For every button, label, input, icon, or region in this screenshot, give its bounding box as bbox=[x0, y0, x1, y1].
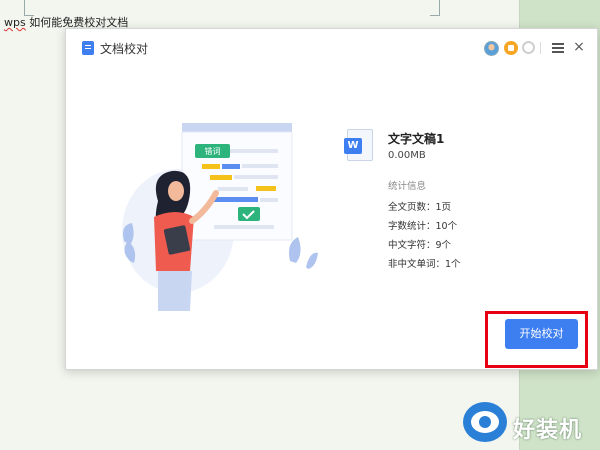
dialog-title: 文档校对 bbox=[100, 42, 149, 56]
highlight-blue bbox=[222, 164, 240, 169]
text-line bbox=[260, 198, 278, 202]
stat-word-count: 字数统计：10个 bbox=[388, 221, 458, 232]
stat-non-chinese-words: 非中文单词：1个 bbox=[388, 259, 461, 270]
watermark-logo-icon bbox=[463, 402, 507, 442]
titlebar-divider bbox=[540, 42, 541, 54]
close-icon[interactable]: × bbox=[571, 38, 587, 56]
member-badge-icon[interactable] bbox=[504, 41, 518, 55]
dialog-titlebar: 文档校对 × bbox=[66, 29, 597, 67]
leaf-right bbox=[306, 252, 318, 269]
text-line bbox=[230, 149, 278, 153]
misspelled-word: wps bbox=[4, 16, 26, 29]
stat-page-count: 全文页数：1页 bbox=[388, 202, 452, 213]
word-w-badge: W bbox=[344, 138, 362, 154]
file-name: 文字文稿1 bbox=[388, 132, 445, 146]
highlight-yellow bbox=[256, 186, 276, 191]
stats-title: 统计信息 bbox=[388, 181, 427, 192]
highlight-annotation-box bbox=[485, 311, 588, 368]
highlight-blue bbox=[214, 197, 258, 202]
highlight-yellow bbox=[210, 175, 232, 180]
person-legs bbox=[158, 271, 192, 311]
highlight-yellow bbox=[202, 164, 220, 169]
text-line bbox=[218, 187, 248, 191]
text-line bbox=[242, 164, 278, 168]
leaf-right bbox=[289, 237, 301, 263]
person-face bbox=[168, 181, 184, 201]
check-tag bbox=[238, 207, 260, 221]
stat-chinese-chars: 中文字符：9个 bbox=[388, 240, 452, 251]
text-line bbox=[214, 225, 274, 229]
proofread-doc-icon bbox=[82, 41, 94, 55]
watermark-text: 好装机 bbox=[513, 418, 583, 443]
settings-icon[interactable] bbox=[522, 41, 535, 54]
proofreading-illustration: 错词 bbox=[122, 123, 318, 311]
text-line bbox=[234, 175, 278, 179]
file-size: 0.00MB bbox=[388, 150, 426, 161]
margin-mark bbox=[430, 0, 440, 16]
menu-icon[interactable] bbox=[552, 43, 564, 53]
word-file-icon: W bbox=[344, 129, 373, 161]
paper-header bbox=[182, 123, 292, 132]
user-avatar[interactable] bbox=[484, 41, 499, 56]
error-word-tag-label: 错词 bbox=[205, 146, 221, 156]
